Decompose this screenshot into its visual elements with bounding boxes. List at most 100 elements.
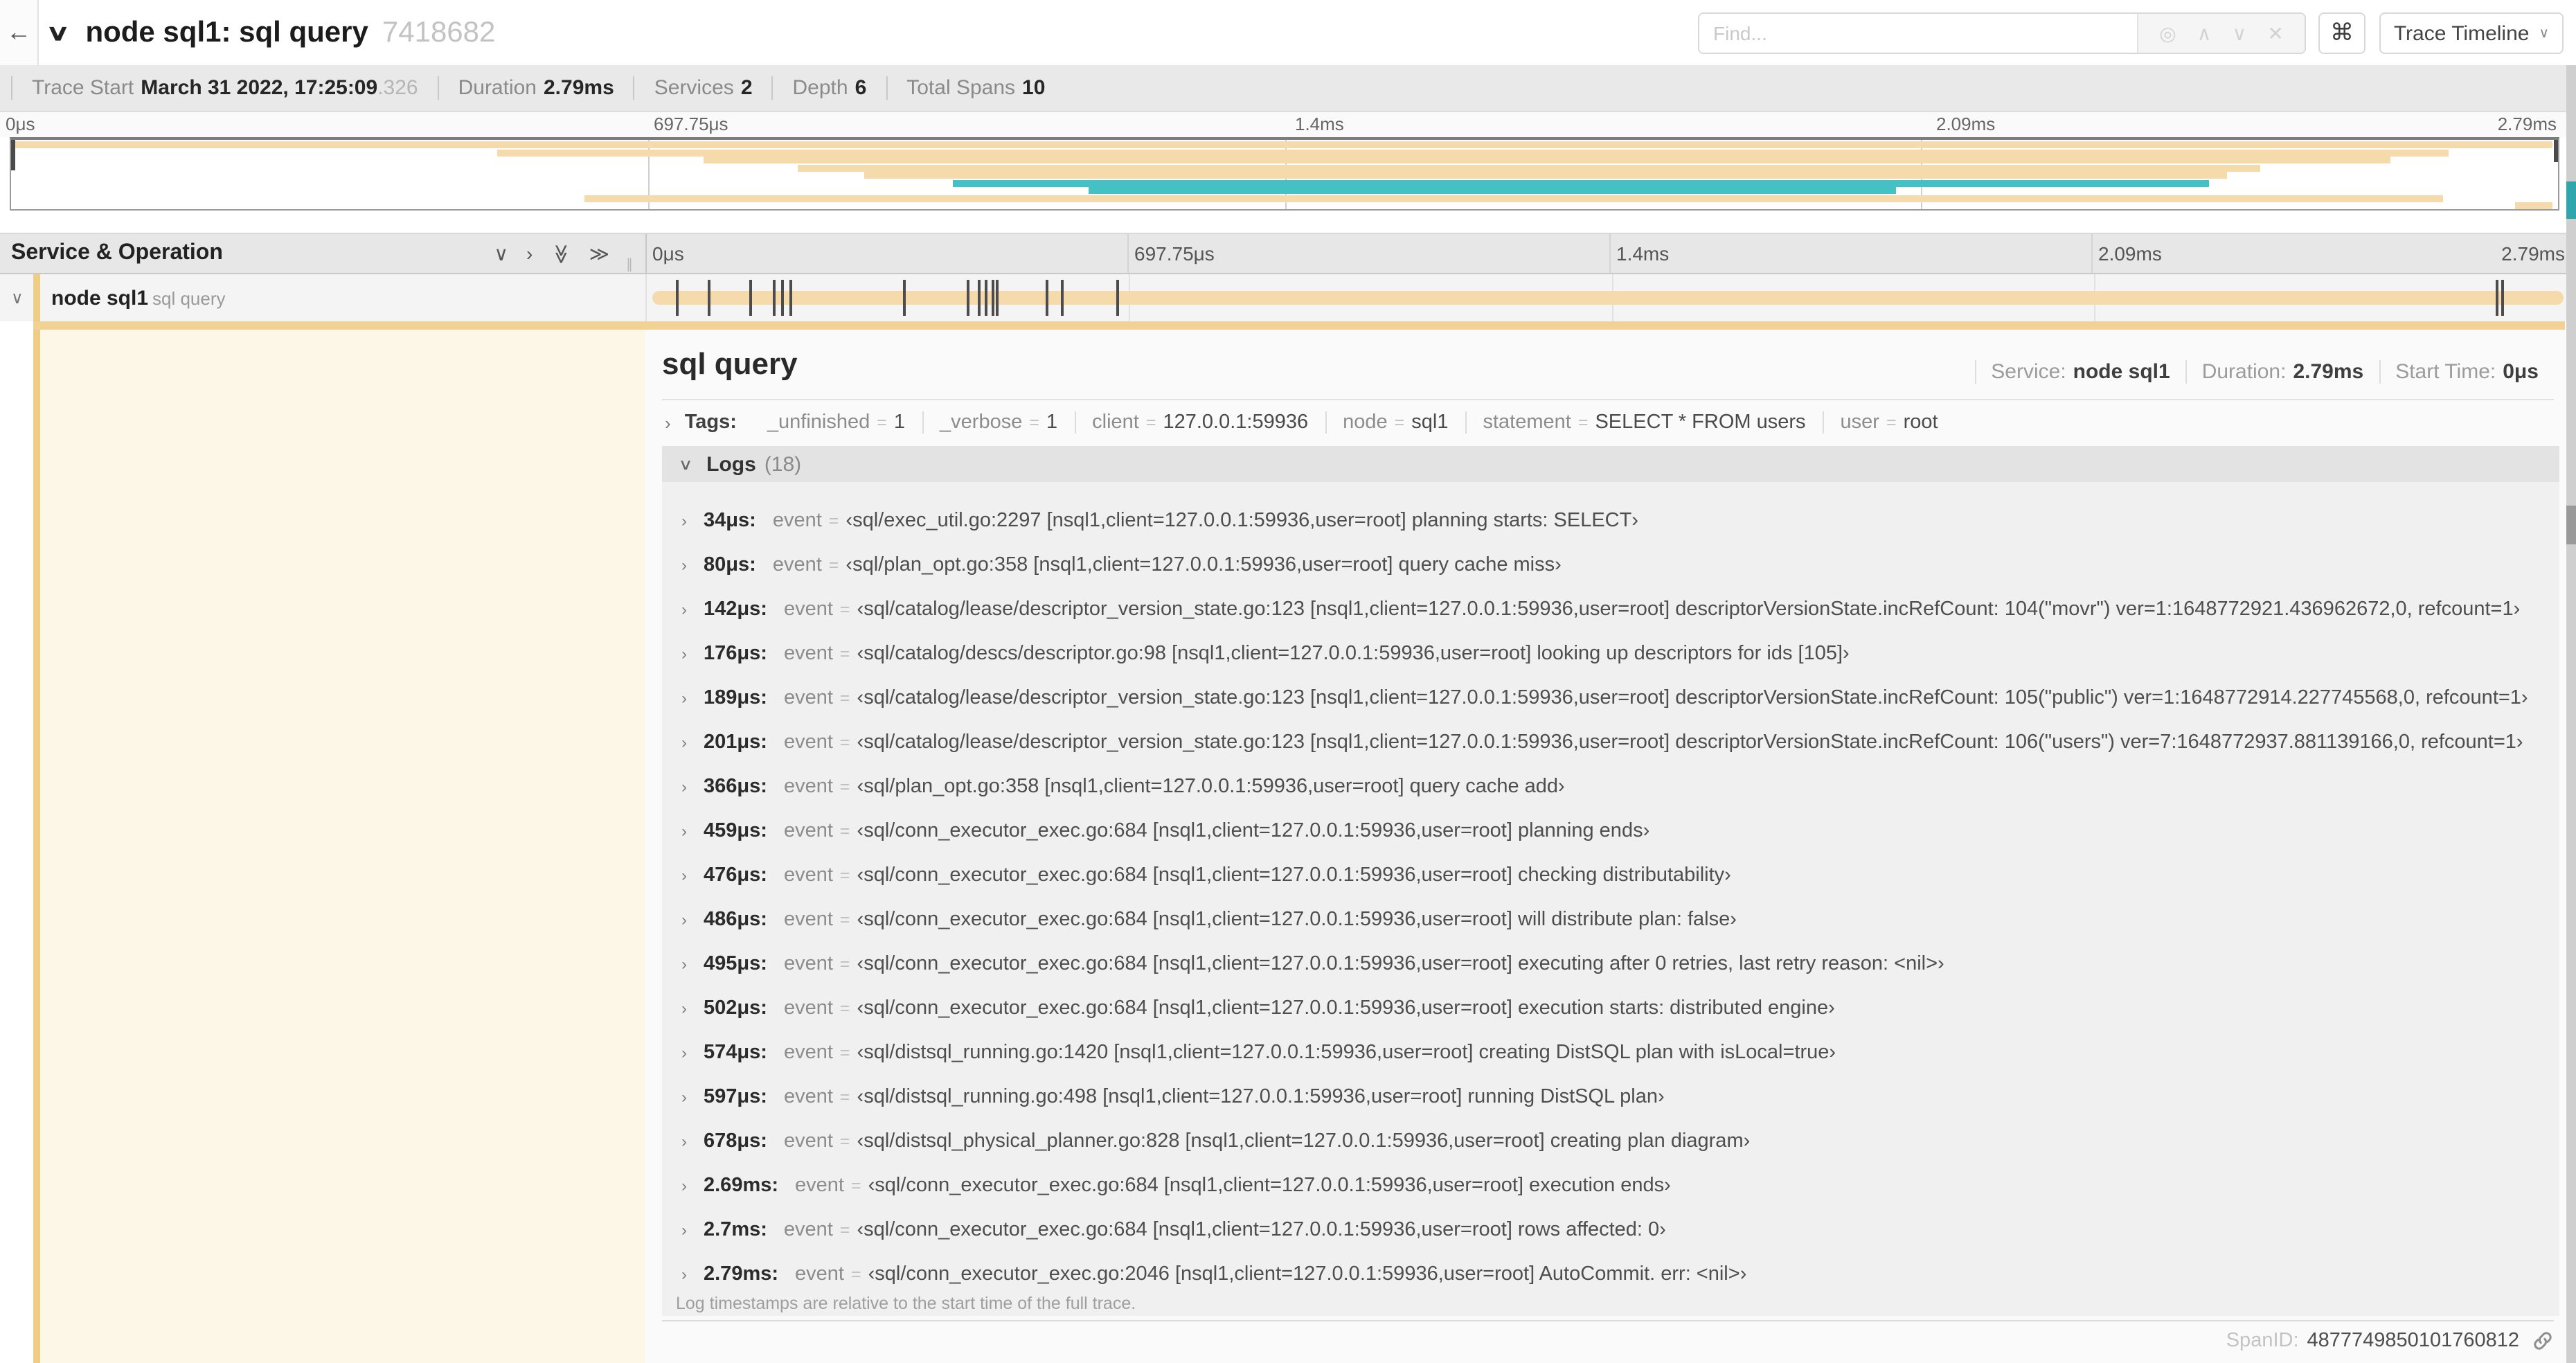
log-marker-tick <box>1061 280 1064 316</box>
expand-log-icon[interactable]: › <box>681 644 687 663</box>
expand-log-icon[interactable]: › <box>681 866 687 885</box>
log-marker-tick <box>675 280 679 316</box>
find-input[interactable] <box>1699 14 2137 53</box>
trace-view-label: Trace Timeline <box>2393 21 2530 45</box>
span-detail-meta: Service: node sql1 Duration: 2.79ms Start … <box>1974 360 2554 384</box>
log-entry[interactable]: › 189μs: event = ‹sql/catalog/lease/descript… <box>662 676 2559 720</box>
page-title: node sql1: sql query <box>85 16 368 48</box>
log-entry[interactable]: › 2.7ms: event = ‹sql/conn_executor_exec.go:… <box>662 1208 2559 1252</box>
spanid-label: SpanID: <box>2226 1330 2299 1352</box>
log-marker-tick <box>996 280 999 316</box>
expand-log-icon[interactable]: › <box>681 954 687 974</box>
collapse-logs-icon[interactable]: ∨ <box>679 455 693 473</box>
expand-all-icon[interactable]: ≫ <box>589 242 609 265</box>
collapse-trace-icon[interactable]: ∨ <box>46 19 70 46</box>
span-row-node-sql1[interactable]: ∨ node sql1 sql query <box>0 274 2576 321</box>
log-entry[interactable]: › 201μs: event = ‹sql/catalog/lease/descript… <box>662 720 2559 765</box>
expand-log-icon[interactable]: › <box>681 555 687 575</box>
trace-id: 7418682 <box>382 16 496 48</box>
log-entry[interactable]: › 459μs: event = ‹sql/conn_executor_exec.go:… <box>662 809 2559 853</box>
ruler-tick: 2.09ms 2.79ms <box>2091 234 2573 273</box>
tags-label: Tags: <box>684 411 737 434</box>
log-marker-tick <box>773 280 776 316</box>
log-entry[interactable]: › 142μs: event = ‹sql/catalog/lease/descript… <box>662 587 2559 632</box>
expand-log-icon[interactable]: › <box>681 999 687 1018</box>
log-marker-tick <box>967 280 969 316</box>
expand-log-icon[interactable]: › <box>681 821 687 841</box>
expand-tags-icon[interactable]: › <box>665 412 671 433</box>
page-scrollbar[interactable] <box>2566 65 2576 1363</box>
log-entry[interactable]: › 2.79ms: event = ‹sql/conn_executor_exec.go… <box>662 1252 2559 1297</box>
expand-log-icon[interactable]: › <box>681 511 687 531</box>
log-entry[interactable]: › 502μs: event = ‹sql/conn_executor_exec.go:… <box>662 986 2559 1031</box>
find-clear-icon[interactable]: ✕ <box>2267 21 2283 45</box>
minimap-span <box>864 172 2227 179</box>
back-button[interactable]: ← <box>0 0 39 65</box>
logs-title: Logs <box>706 452 756 476</box>
summary-item: Depth 6 <box>771 76 886 100</box>
expand-log-icon[interactable]: › <box>681 1087 687 1107</box>
log-entry[interactable]: › 678μs: event = ‹sql/distsql_physical_plann… <box>662 1119 2559 1164</box>
log-marker-tick <box>978 280 981 316</box>
column-resize-grip[interactable]: ∥ <box>626 258 633 273</box>
find-group: ◎ ∧ ∨ ✕ <box>1698 12 2306 54</box>
trace-summary-bar: Trace Start March 31 2022, 17:25:09.326 D… <box>0 65 2576 112</box>
find-next-icon[interactable]: ∨ <box>2233 21 2247 45</box>
chevron-down-icon: ∨ <box>2539 26 2550 41</box>
timeline-ruler: 0μs 697.75μs 1.4ms 2.09ms 2.79ms <box>645 234 2573 273</box>
log-entry[interactable]: › 2.69ms: event = ‹sql/conn_executor_exec.go… <box>662 1164 2559 1208</box>
detail-row-accent-strip <box>33 321 2565 330</box>
expand-log-icon[interactable]: › <box>681 688 687 708</box>
log-marker-tick <box>707 280 710 316</box>
timeline-minimap[interactable] <box>10 137 2559 211</box>
minimap-span <box>11 141 2553 148</box>
log-entry[interactable]: › 176μs: event = ‹sql/catalog/descs/descript… <box>662 632 2559 676</box>
summary-item: Trace Start March 31 2022, 17:25:09.326 <box>11 76 438 100</box>
service-operation-header: Service & Operation ∨ › ≫ ≫ ∥ <box>0 234 645 273</box>
minimap-span <box>953 179 2210 187</box>
find-target-icon[interactable]: ◎ <box>2159 21 2176 45</box>
collapse-all-icon[interactable]: ≫ <box>549 243 573 263</box>
log-entries: › 34μs: event = ‹sql/exec_util.go:2297 [nsql… <box>662 488 2559 1297</box>
expand-log-icon[interactable]: › <box>681 733 687 752</box>
keyboard-shortcuts-button[interactable]: ⌘ <box>2318 12 2365 54</box>
log-entry[interactable]: › 80μs: event = ‹sql/plan_opt.go:358 [nsql1,… <box>662 543 2559 587</box>
find-prev-icon[interactable]: ∧ <box>2197 21 2212 45</box>
expand-log-icon[interactable]: › <box>681 1043 687 1062</box>
detail-divider <box>662 399 2554 400</box>
span-row-timeline[interactable] <box>645 274 2576 321</box>
minimap-left-handle[interactable] <box>11 140 15 170</box>
span-detail-panel: sql query Service: node sql1 Duration: 2.7… <box>645 330 2566 1363</box>
log-entry[interactable]: › 597μs: event = ‹sql/distsql_running.go:498… <box>662 1075 2559 1119</box>
expand-log-icon[interactable]: › <box>681 1132 687 1151</box>
minimap-right-handle[interactable] <box>2554 140 2558 162</box>
tag-item: client = 127.0.0.1:59936 <box>1074 411 1325 434</box>
expand-log-icon[interactable]: › <box>681 1265 687 1284</box>
log-entry[interactable]: › 495μs: event = ‹sql/conn_executor_exec.go:… <box>662 942 2559 986</box>
spanid-divider <box>662 1320 2554 1321</box>
expand-log-icon[interactable]: › <box>681 910 687 929</box>
log-entry[interactable]: › 574μs: event = ‹sql/distsql_running.go:142… <box>662 1031 2559 1075</box>
log-entry[interactable]: › 366μs: event = ‹sql/plan_opt.go:358 [nsql1… <box>662 765 2559 809</box>
expand-log-icon[interactable]: › <box>681 1176 687 1195</box>
meta-item: Start Time: 0μs <box>2379 360 2554 384</box>
collapse-span-icon[interactable]: ∨ <box>11 274 24 321</box>
trace-view-selector[interactable]: Trace Timeline ∨ <box>2379 12 2564 54</box>
log-entry[interactable]: › 486μs: event = ‹sql/conn_executor_exec.go:… <box>662 898 2559 942</box>
minimap-span <box>497 149 2449 157</box>
deep-link-icon[interactable] <box>2532 1330 2554 1352</box>
tags-row[interactable]: › Tags: _unfinished = 1 _verbose = 1 client =… <box>662 406 2554 439</box>
log-entry[interactable]: › 476μs: event = ‹sql/conn_executor_exec.go:… <box>662 853 2559 898</box>
logs-panel: ∨ Logs (18) › 34μs: event = ‹sql/exec_util.g… <box>662 446 2559 1316</box>
collapse-one-icon[interactable]: ∨ <box>494 242 509 265</box>
log-marker-tick <box>2501 280 2505 316</box>
expand-log-icon[interactable]: › <box>681 600 687 619</box>
span-service-name: node sql1 <box>51 286 149 310</box>
scrollbar-thumb <box>2566 506 2576 544</box>
logs-header[interactable]: ∨ Logs (18) <box>662 446 2559 482</box>
expand-log-icon[interactable]: › <box>681 1220 687 1240</box>
log-entry[interactable]: › 34μs: event = ‹sql/exec_util.go:2297 [nsql… <box>662 499 2559 543</box>
expand-one-icon[interactable]: › <box>526 242 533 265</box>
spanid-value: 4877749850101760812 <box>2307 1330 2519 1352</box>
expand-log-icon[interactable]: › <box>681 777 687 796</box>
